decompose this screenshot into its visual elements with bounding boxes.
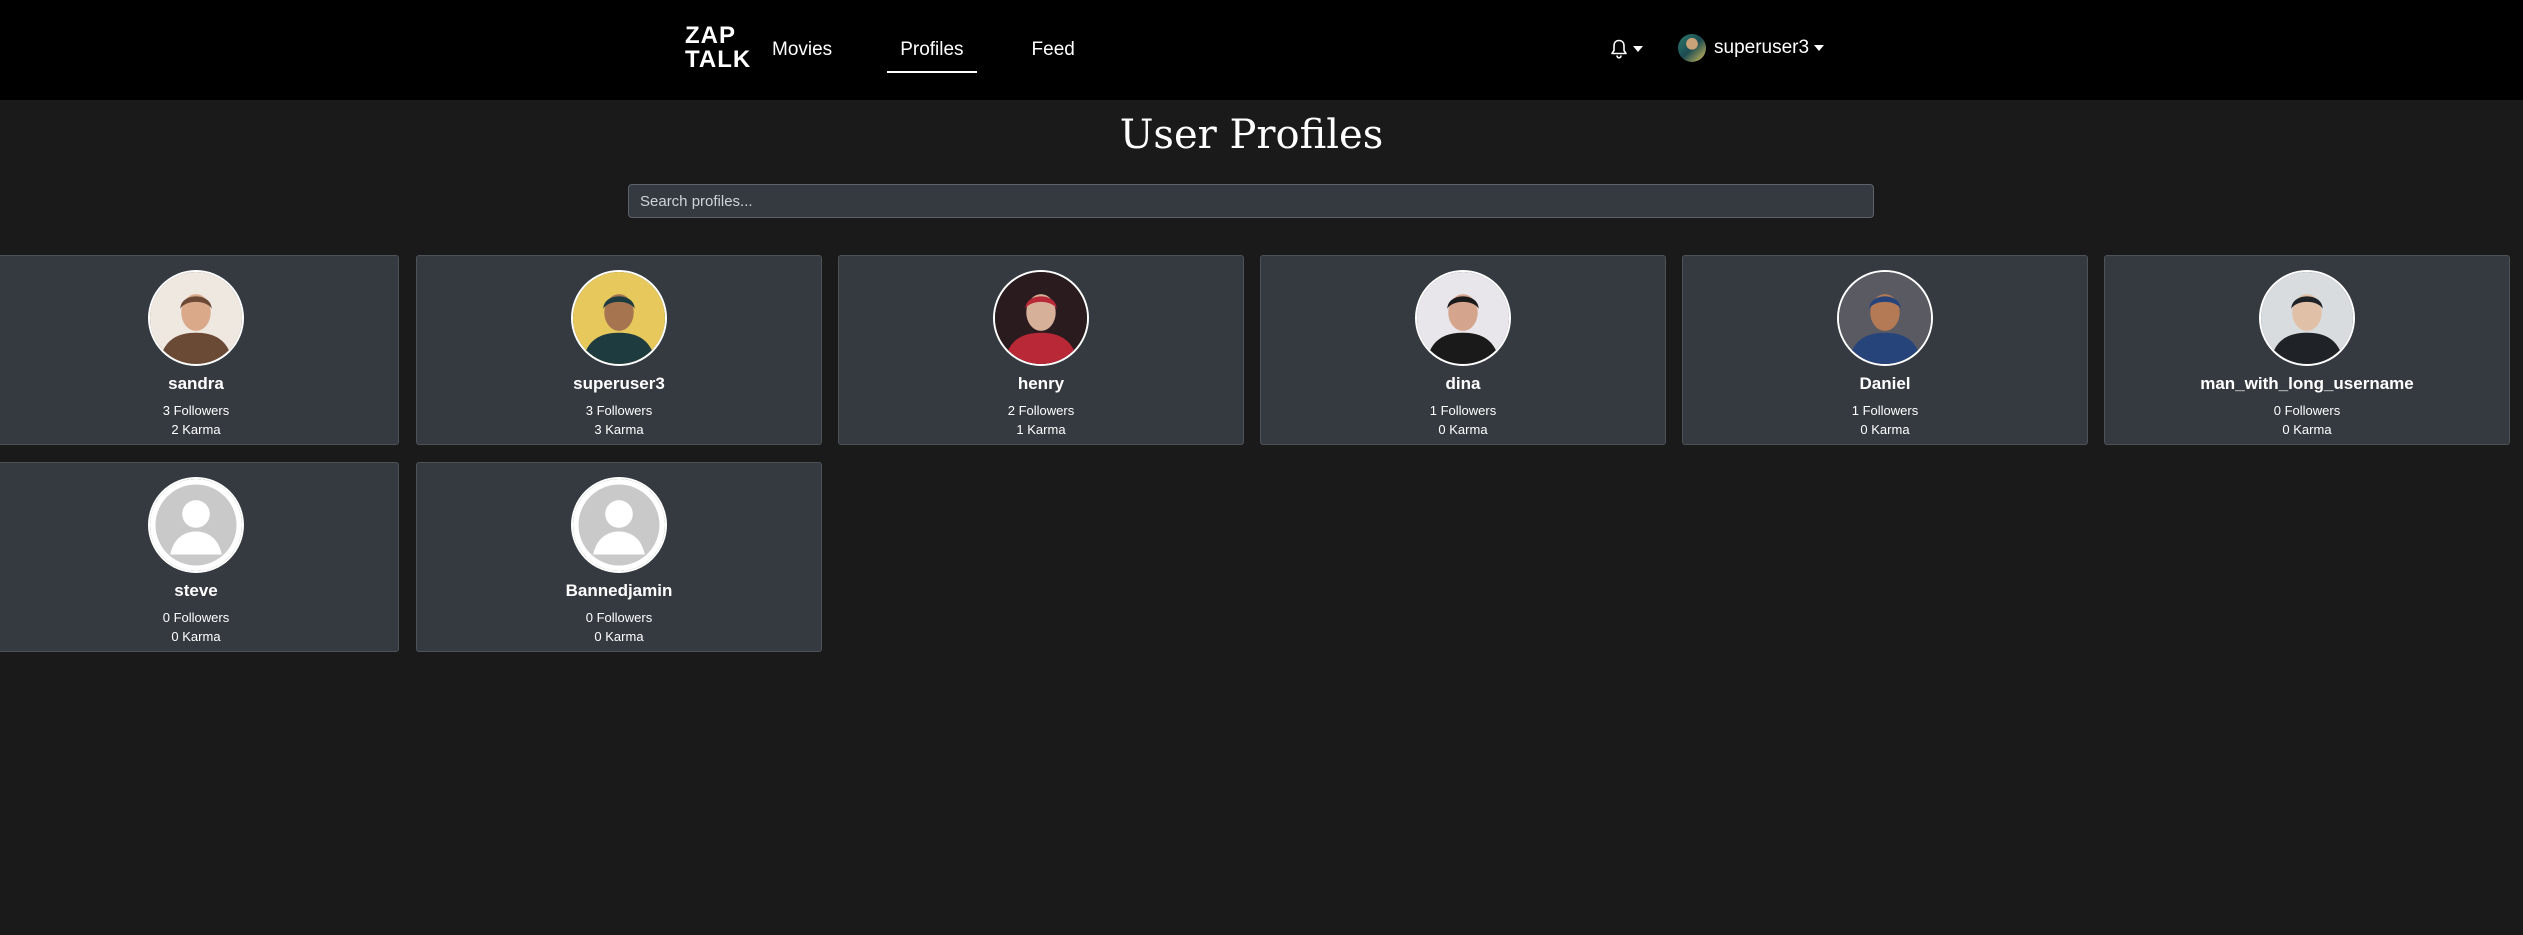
profile-name: dina: [1445, 374, 1481, 393]
profile-name: Bannedjamin: [565, 581, 673, 600]
profile-card[interactable]: dina 1 Followers 0 Karma: [1260, 255, 1666, 445]
followers-count: 3 Followers: [585, 403, 653, 418]
profile-photo: [571, 270, 667, 366]
profile-card[interactable]: sandra 3 Followers 2 Karma: [0, 255, 399, 445]
profile-photo: [2259, 270, 2355, 366]
karma-count: 2 Karma: [171, 422, 221, 437]
profile-name: Daniel: [1859, 374, 1911, 393]
current-username: superuser3: [1714, 37, 1810, 58]
profile-card[interactable]: superuser3 3 Followers 3 Karma: [416, 255, 822, 445]
profile-photo: [1837, 270, 1933, 366]
karma-count: 3 Karma: [594, 422, 644, 437]
karma-count: 0 Karma: [1860, 422, 1910, 437]
followers-count: 0 Followers: [2273, 403, 2341, 418]
nav-movies[interactable]: Movies: [772, 0, 845, 100]
karma-count: 1 Karma: [1016, 422, 1066, 437]
chevron-down-icon: [1814, 45, 1825, 51]
followers-count: 2 Followers: [1007, 403, 1075, 418]
default-avatar-icon: [571, 477, 667, 573]
karma-count: 0 Karma: [171, 629, 221, 644]
followers-count: 1 Followers: [1429, 403, 1497, 418]
profile-photo: [993, 270, 1089, 366]
chevron-down-icon: [1633, 46, 1643, 52]
zaptalk-logo[interactable]: ZAP TALK: [685, 22, 752, 74]
profile-photo: [148, 270, 244, 366]
nav-feed[interactable]: Feed: [1019, 0, 1088, 100]
followers-count: 1 Followers: [1851, 403, 1919, 418]
bell-icon: [1611, 39, 1627, 59]
profile-name: henry: [1017, 374, 1065, 393]
followers-count: 0 Followers: [585, 610, 653, 625]
profile-card[interactable]: steve 0 Followers 0 Karma: [0, 462, 399, 652]
karma-count: 0 Karma: [594, 629, 644, 644]
page-title: User Profiles: [1119, 112, 1384, 158]
profile-name: sandra: [168, 374, 224, 393]
logo-line-2: TALK: [685, 46, 752, 73]
profile-card[interactable]: henry 2 Followers 1 Karma: [838, 255, 1244, 445]
profile-card[interactable]: man_with_long_username 0 Followers 0 Karma: [2104, 255, 2510, 445]
followers-count: 3 Followers: [162, 403, 230, 418]
profile-card[interactable]: Daniel 1 Followers 0 Karma: [1682, 255, 2088, 445]
main-nav: Movies Profiles Feed: [772, 0, 1130, 100]
profile-name: steve: [174, 581, 218, 600]
notifications-dropdown[interactable]: [1610, 36, 1643, 62]
nav-profiles[interactable]: Profiles: [887, 0, 977, 100]
profile-card[interactable]: Bannedjamin 0 Followers 0 Karma: [416, 462, 822, 652]
profile-name: man_with_long_username: [2200, 374, 2414, 393]
followers-count: 0 Followers: [162, 610, 230, 625]
profile-name: superuser3: [573, 374, 665, 393]
top-navbar: ZAP TALK Movies Profiles Feed superuser3: [0, 0, 2523, 100]
default-avatar-icon: [148, 477, 244, 573]
user-avatar: [1678, 34, 1706, 62]
karma-count: 0 Karma: [2282, 422, 2332, 437]
profile-photo: [1415, 270, 1511, 366]
user-dropdown[interactable]: superuser3: [1678, 33, 1825, 63]
logo-line-1: ZAP: [685, 22, 736, 49]
karma-count: 0 Karma: [1438, 422, 1488, 437]
search-input[interactable]: [628, 184, 1874, 218]
